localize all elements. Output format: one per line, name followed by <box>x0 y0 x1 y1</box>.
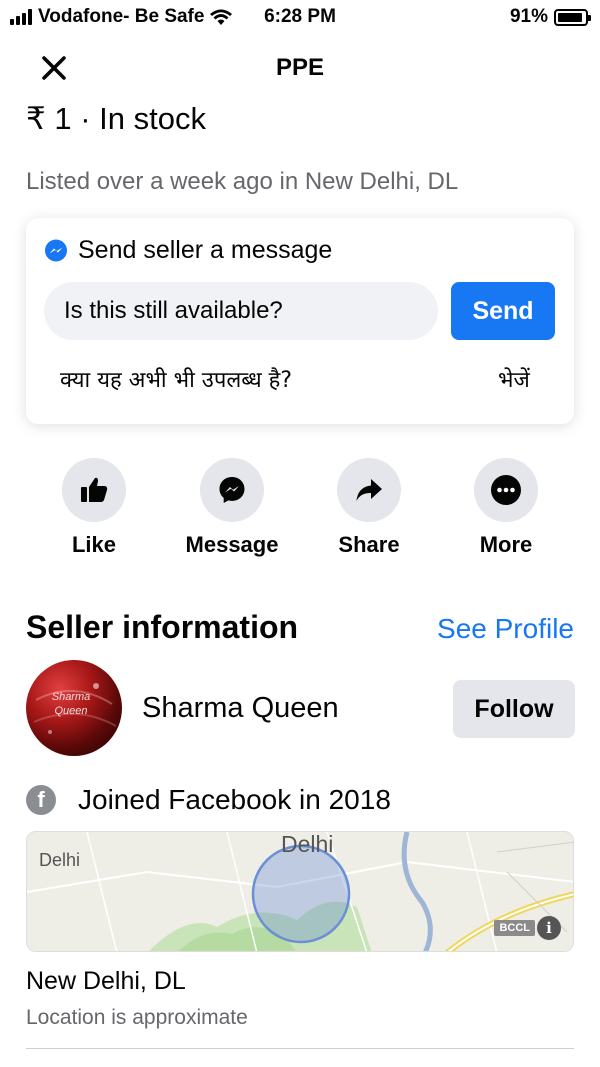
avatar[interactable]: Sharma Queen <box>26 660 122 756</box>
message-button[interactable]: Message <box>162 458 302 558</box>
location-map[interactable]: Delhi Delhi BCCL i <box>26 831 574 952</box>
message-card: Send seller a message Send क्या यह अभी भ… <box>26 218 574 424</box>
like-label: Like <box>71 532 117 557</box>
message-circle <box>200 458 264 522</box>
joined-text: Joined Facebook in 2018 <box>78 784 391 815</box>
divider <box>26 1048 574 1049</box>
action-row: Like Message Share More <box>0 458 600 568</box>
avatar-caption: Sharma Queen <box>51 691 91 717</box>
messenger-icon <box>45 239 67 261</box>
seller-info-heading: Seller information <box>26 609 299 645</box>
suggested-message-hindi[interactable]: क्या यह अभी भी उपलब्ध है? <box>60 364 292 394</box>
see-profile-link[interactable]: See Profile <box>437 613 574 645</box>
facebook-icon: f <box>26 785 56 815</box>
share-arrow-icon <box>356 479 382 501</box>
battery-group: 91% <box>509 6 591 28</box>
message-label: Message <box>185 532 279 557</box>
status-bar: Vodafone- Be Safe 6:28 PM 91% <box>0 0 600 34</box>
like-button[interactable]: Like <box>24 458 164 558</box>
battery-icon <box>554 8 591 26</box>
share-label: Share <box>338 532 400 557</box>
more-circle <box>474 458 538 522</box>
top-bar: PPE <box>0 44 600 92</box>
more-button[interactable]: More <box>436 458 576 558</box>
send-hindi-link[interactable]: भेजें <box>498 364 530 394</box>
more-dots-icon <box>491 475 521 505</box>
price-stock: ₹ 1 · In stock <box>26 101 206 136</box>
map-label-delhi-top: Delhi <box>281 831 334 857</box>
send-button[interactable]: Send <box>451 282 555 340</box>
more-label: More <box>479 532 533 557</box>
listed-info: Listed over a week ago in New Delhi, DL <box>26 168 459 195</box>
map-label-delhi: Delhi <box>39 850 81 870</box>
thumbs-up-icon <box>81 477 108 502</box>
map-attribution: BCCL <box>494 920 535 936</box>
location-name: New Delhi, DL <box>26 967 186 995</box>
messenger-icon <box>219 477 245 503</box>
share-button[interactable]: Share <box>299 458 439 558</box>
follow-button[interactable]: Follow <box>453 680 575 738</box>
seller-name[interactable]: Sharma Queen <box>142 692 339 725</box>
message-card-header: Send seller a message <box>44 236 332 265</box>
joined-info: f Joined Facebook in 2018 <box>26 784 391 816</box>
like-circle <box>62 458 126 522</box>
share-circle <box>337 458 401 522</box>
map-info-icon[interactable]: i <box>537 916 561 940</box>
location-note: Location is approximate <box>26 1006 248 1029</box>
battery-percent: 91% <box>509 6 548 27</box>
battery-fill <box>558 12 582 22</box>
message-card-title: Send seller a message <box>78 236 333 264</box>
message-input[interactable] <box>44 282 438 340</box>
page-title: PPE <box>275 54 325 81</box>
